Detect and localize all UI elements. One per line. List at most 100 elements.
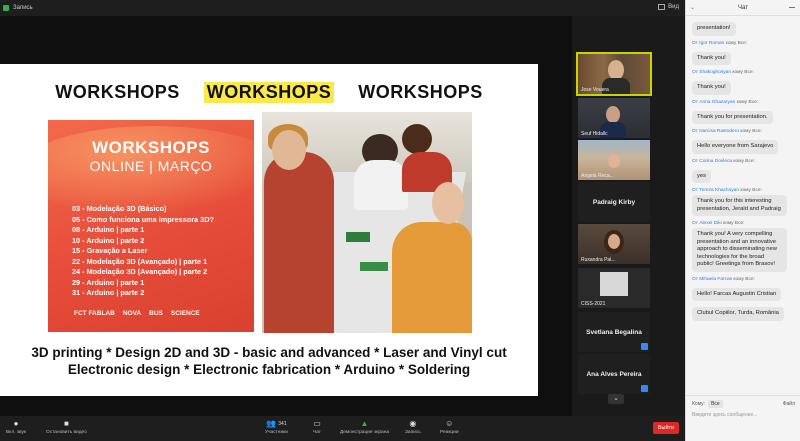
- share-screen-button[interactable]: ▲ Демонстрация экрана: [340, 419, 389, 435]
- sender-name: От Mihaela Farcas: [692, 276, 733, 282]
- view-label: Вид: [668, 4, 679, 10]
- gallery-scroll-down-button[interactable]: ⌄: [608, 394, 624, 404]
- recording-icon: [3, 5, 9, 11]
- recipient-row: Кому: Все Файл: [686, 396, 800, 408]
- recording-label: Запись: [13, 5, 33, 11]
- record-icon: ◉: [409, 419, 417, 428]
- photo-circuit-board: [360, 262, 388, 271]
- share-screen-label: Демонстрация экрана: [340, 430, 390, 435]
- unmute-label: Вкл. звук: [6, 430, 26, 435]
- schedule-item: 29 - Arduino | parte 1: [72, 277, 145, 287]
- chat-message-sender: От Shakoghosyan кому Все:: [692, 70, 795, 75]
- participant-tile[interactable]: CISS-2021: [578, 268, 650, 308]
- chat-label: Чат: [313, 430, 321, 435]
- stop-video-button[interactable]: ■ Остановить видео: [46, 419, 87, 435]
- chat-message-text: Hello everyone from Sarajevo: [692, 140, 779, 154]
- logo-nova: NOVA: [122, 310, 142, 317]
- chat-icon: ▭: [313, 419, 321, 428]
- logo-bus: BUS: [149, 310, 163, 317]
- schedule-item: 03 - Modelação 3D (Básico): [72, 204, 167, 213]
- logo-fct-fablab: FCT FABLAB: [74, 310, 115, 317]
- participants-icon: 👥 341: [266, 419, 287, 428]
- slide-header: WORKSHOPS WORKSHOPS WORKSHOPS: [0, 82, 538, 103]
- photo-person-body: [264, 152, 334, 333]
- recipient: кому Все:: [723, 221, 745, 226]
- chat-message-sender: От Narcisa Rastodero кому Все:: [692, 129, 795, 134]
- minimize-icon[interactable]: [789, 7, 795, 8]
- participant-tile[interactable]: Ana Alves Pereira: [578, 354, 650, 394]
- recipient-select[interactable]: Все: [708, 400, 723, 408]
- record-button[interactable]: ◉ Запись: [405, 419, 421, 435]
- participant-tile[interactable]: Seuf Hidallc: [578, 98, 650, 138]
- photo-person-head: [272, 130, 306, 170]
- participant-tile[interactable]: Svetlana Begalina: [578, 312, 650, 352]
- chat-message-text: Thank you!: [692, 81, 731, 95]
- sender-name: От Tereza Khachoyan: [692, 188, 739, 193]
- participant-name: Angela Reca...: [581, 173, 614, 179]
- recipient: кому Все:: [733, 276, 755, 282]
- chat-message-text: Thank you for presentation.: [692, 110, 773, 124]
- share-screen-icon: ▲: [360, 419, 369, 428]
- view-button[interactable]: Вид: [658, 4, 679, 10]
- schedule-item: 22 - Modelação 3D (Avançado) | parte 1: [72, 256, 208, 266]
- participant-name: Padraig Kirby: [592, 198, 636, 206]
- grid-view-icon: [658, 4, 666, 10]
- poster-logos: FCT FABLAB NOVA BUS SCIENCE: [74, 310, 200, 317]
- photo-circuit-board: [346, 232, 370, 242]
- recipient: кому Все:: [733, 158, 755, 164]
- chat-header: ⌄ Чат: [686, 0, 800, 16]
- sender-name: От Shakoghosyan: [692, 70, 731, 75]
- chat-message-text: presentation!: [692, 22, 736, 36]
- reactions-icon: ☺: [445, 419, 454, 428]
- recipient-label: Кому:: [692, 401, 706, 407]
- participant-face: [608, 154, 620, 168]
- chat-message-text: Thank you for this interesting presentat…: [692, 195, 787, 216]
- logo-science: SCIENCE: [170, 310, 200, 317]
- participants-count: 341: [278, 420, 287, 427]
- recipient: кому Все:: [736, 99, 759, 105]
- participant-name: Svetlana Begalina: [586, 328, 642, 336]
- chevron-down-icon[interactable]: ⌄: [690, 4, 695, 11]
- participant-tile[interactable]: Jose Vouera: [576, 52, 652, 96]
- sender-name: От Narcisa Rastodero: [692, 129, 739, 134]
- slide-header-word-1: WORKSHOPS: [55, 82, 180, 102]
- participants-button[interactable]: 👥 341 Участники: [265, 419, 288, 435]
- participant-tile[interactable]: Padraig Kirby: [578, 182, 650, 222]
- reactions-button[interactable]: ☺ Реакции: [440, 419, 459, 435]
- chat-button[interactable]: ▭ Чат: [312, 419, 322, 435]
- photo-person-head: [432, 182, 464, 224]
- shared-screen-area: WORKSHOPS WORKSHOPS WORKSHOPS WORKSHOPS …: [0, 16, 572, 416]
- file-button[interactable]: Файл: [783, 401, 795, 407]
- unmute-button[interactable]: ● Вкл. звук: [6, 419, 26, 435]
- participant-tile[interactable]: Angela Reca...: [578, 140, 650, 180]
- sender-name: От Anna Ghazaryan: [692, 99, 736, 105]
- participant-gallery: Jose Vouera Seuf Hidallc Angela Reca... …: [572, 16, 685, 416]
- participant-tile[interactable]: Ruxandra Pal...: [578, 224, 650, 264]
- participant-face: [606, 106, 620, 123]
- participant-name: Ana Alves Pereira: [586, 370, 642, 378]
- photo-person-body: [354, 160, 408, 210]
- sender-name: От Corina Dovleca: [692, 158, 733, 164]
- chat-messages: presentation! От Igor Roman кому Все: Th…: [686, 16, 800, 392]
- sender-name: От Alexei Diki: [692, 221, 722, 226]
- participant-name: CISS-2021: [581, 301, 606, 307]
- chat-message-sender: От Mihaela Farcas кому Все:: [692, 277, 795, 282]
- recipient: кому Все:: [740, 188, 762, 193]
- meeting-toolbar: ● Вкл. звук ■ Остановить видео 👥 341 Учас…: [0, 416, 685, 441]
- slide-caption-line-2: Electronic design * Electronic fabricati…: [67, 362, 471, 377]
- muted-icon: [641, 343, 648, 350]
- reactions-label: Реакции: [440, 430, 459, 435]
- workshop-photo: [262, 112, 472, 333]
- participant-name: Jose Vouera: [581, 87, 609, 93]
- chat-footer: Кому: Все Файл Введите здесь сообщение..…: [686, 395, 800, 441]
- participant-face: [608, 60, 624, 80]
- workshop-poster: WORKSHOPS ONLINE | MARÇO 03 - Modelação …: [48, 120, 254, 332]
- schedule-item: 24 - Modelação 3D (Avançado) | parte 2: [72, 267, 208, 276]
- record-label: Запись: [405, 430, 421, 435]
- recipient: кому Все:: [732, 70, 754, 75]
- poster-title: WORKSHOPS: [92, 138, 210, 157]
- chat-message-sender: От Igor Roman кому Все:: [692, 41, 795, 46]
- chat-input[interactable]: Введите здесь сообщение...: [692, 412, 795, 418]
- leave-meeting-button[interactable]: Выйти: [653, 422, 679, 434]
- chat-message-sender: От Corina Dovleca кому Все:: [692, 159, 795, 164]
